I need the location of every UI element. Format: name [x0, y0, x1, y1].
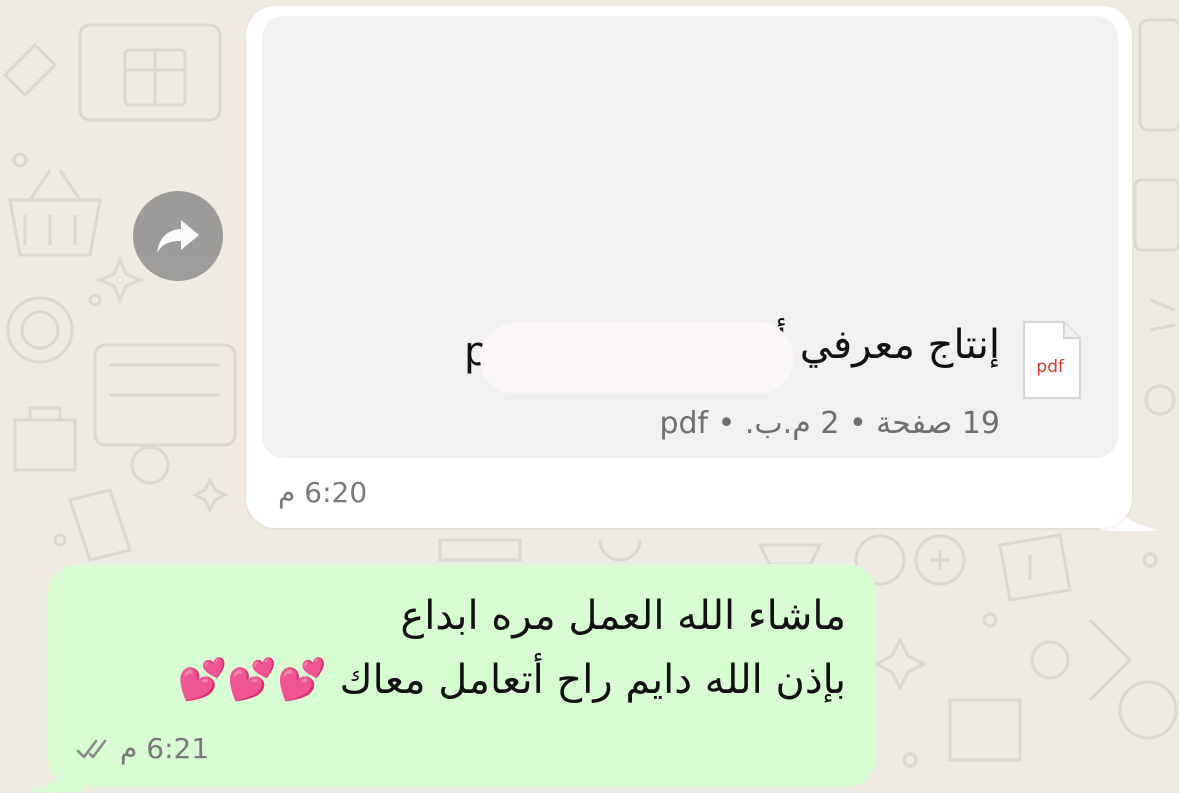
- file-type-label: pdf: [1036, 357, 1064, 377]
- forward-arrow-icon: [157, 220, 199, 253]
- heart-emojis: 💕💕💕: [177, 657, 327, 703]
- outgoing-message-bubble[interactable]: ماشاء الله العمل مره ابداع بإذن الله داي…: [48, 564, 876, 787]
- document-attachment[interactable]: pdf إنتاج معرفي أ p 19 صفحة • 2 م.ب. • p…: [262, 16, 1118, 458]
- message-timestamp: 6:21 م: [120, 732, 210, 765]
- message-line-2: بإذن الله دايم راح أتعامل معاك 💕💕💕: [66, 648, 846, 712]
- message-line-1: ماشاء الله العمل مره ابداع: [400, 593, 846, 639]
- message-timestamp: 6:20 م: [278, 476, 368, 509]
- double-check-icon: [76, 739, 107, 758]
- forward-button[interactable]: [133, 191, 223, 281]
- redaction-overlay: [480, 322, 794, 394]
- message-line-2-text: بإذن الله دايم راح أتعامل معاك: [339, 657, 846, 703]
- message-status: 6:21 م: [76, 732, 209, 765]
- document-meta: 19 صفحة • 2 م.ب. • pdf: [659, 406, 1000, 441]
- message-text: ماشاء الله العمل مره ابداع بإذن الله داي…: [66, 584, 846, 712]
- document-title: إنتاج معرفي أ: [775, 322, 1000, 368]
- incoming-message-bubble[interactable]: pdf إنتاج معرفي أ p 19 صفحة • 2 م.ب. • p…: [246, 6, 1132, 528]
